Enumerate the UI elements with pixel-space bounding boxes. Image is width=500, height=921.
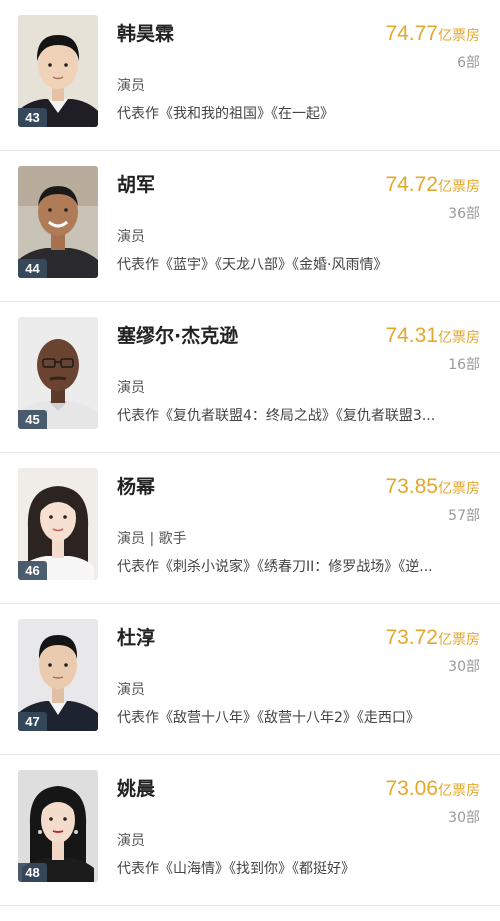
box-office: 74.77亿票房 (385, 22, 480, 46)
actor-photo-woman: 46 (18, 468, 98, 580)
actor-row[interactable]: 43 韩昊霖 74.77亿票房 6部 演员 代表作《我和我的祖国》《在一起》 (0, 0, 500, 151)
box-office-value: 73.85 (385, 475, 438, 498)
representative-works: 代表作《蓝宇》《天龙八部》《金婚·风雨情》 (117, 257, 388, 273)
actor-photo-man-suit: 47 (18, 619, 98, 731)
box-office-value: 74.72 (385, 173, 438, 196)
box-office-unit: 亿票房 (438, 330, 480, 346)
actor-ranking-list: 43 韩昊霖 74.77亿票房 6部 演员 代表作《我和我的祖国》《在一起》 4… (0, 0, 500, 906)
film-count: 16部 (448, 357, 480, 373)
box-office-unit: 亿票房 (438, 783, 480, 799)
rank-badge: 45 (18, 410, 47, 429)
film-count: 36部 (448, 206, 480, 222)
box-office: 73.85亿票房 (385, 475, 480, 499)
rank-badge: 47 (18, 712, 47, 731)
actor-name[interactable]: 韩昊霖 (117, 19, 174, 46)
actor-name[interactable]: 杜淳 (117, 623, 155, 650)
box-office-unit: 亿票房 (438, 481, 480, 497)
box-office-value: 74.31 (385, 324, 438, 347)
actor-row[interactable]: 44 胡军 74.72亿票房 36部 演员 代表作《蓝宇》《天龙八部》《金婚·风… (0, 151, 500, 302)
box-office-unit: 亿票房 (438, 28, 480, 44)
box-office-value: 74.77 (385, 22, 438, 45)
film-count: 30部 (448, 659, 480, 675)
box-office: 74.72亿票房 (385, 173, 480, 197)
rank-badge: 46 (18, 561, 47, 580)
actor-photo-boy: 43 (18, 15, 98, 127)
box-office-value: 73.06 (385, 777, 438, 800)
actor-role: 演员 | 歌手 (117, 531, 187, 547)
film-count: 30部 (448, 810, 480, 826)
representative-works: 代表作《复仇者联盟4：终局之战》《复仇者联盟3... (117, 408, 436, 424)
actor-name[interactable]: 姚晨 (117, 774, 155, 801)
rank-badge: 44 (18, 259, 47, 278)
box-office: 74.31亿票房 (385, 324, 480, 348)
actor-photo-man-glasses: 45 (18, 317, 98, 429)
rank-badge: 43 (18, 108, 47, 127)
box-office: 73.06亿票房 (385, 777, 480, 801)
representative-works: 代表作《山海情》《找到你》《都挺好》 (117, 861, 355, 877)
representative-works: 代表作《我和我的祖国》《在一起》 (117, 106, 334, 122)
film-count: 6部 (457, 55, 480, 71)
representative-works: 代表作《敌营十八年》《敌营十八年2》《走西口》 (117, 710, 420, 726)
representative-works: 代表作《刺杀小说家》《绣春刀II：修罗战场》《逆... (117, 559, 433, 575)
actor-photo-woman-dark: 48 (18, 770, 98, 882)
actor-role: 演员 (117, 833, 145, 849)
actor-row[interactable]: 48 姚晨 73.06亿票房 30部 演员 代表作《山海情》《找到你》《都挺好》 (0, 755, 500, 906)
film-count: 57部 (448, 508, 480, 524)
box-office-unit: 亿票房 (438, 632, 480, 648)
actor-name[interactable]: 杨幂 (117, 472, 155, 499)
actor-row[interactable]: 45 塞缪尔·杰克逊 74.31亿票房 16部 演员 代表作《复仇者联盟4：终局… (0, 302, 500, 453)
rank-badge: 48 (18, 863, 47, 882)
box-office-value: 73.72 (385, 626, 438, 649)
actor-photo-man: 44 (18, 166, 98, 278)
actor-role: 演员 (117, 682, 145, 698)
box-office-unit: 亿票房 (438, 179, 480, 195)
box-office: 73.72亿票房 (385, 626, 480, 650)
actor-row[interactable]: 47 杜淳 73.72亿票房 30部 演员 代表作《敌营十八年》《敌营十八年2》… (0, 604, 500, 755)
actor-row[interactable]: 46 杨幂 73.85亿票房 57部 演员 | 歌手 代表作《刺杀小说家》《绣春… (0, 453, 500, 604)
actor-role: 演员 (117, 380, 145, 396)
actor-role: 演员 (117, 229, 145, 245)
actor-role: 演员 (117, 78, 145, 94)
actor-name[interactable]: 胡军 (117, 170, 155, 197)
actor-name[interactable]: 塞缪尔·杰克逊 (117, 321, 238, 348)
